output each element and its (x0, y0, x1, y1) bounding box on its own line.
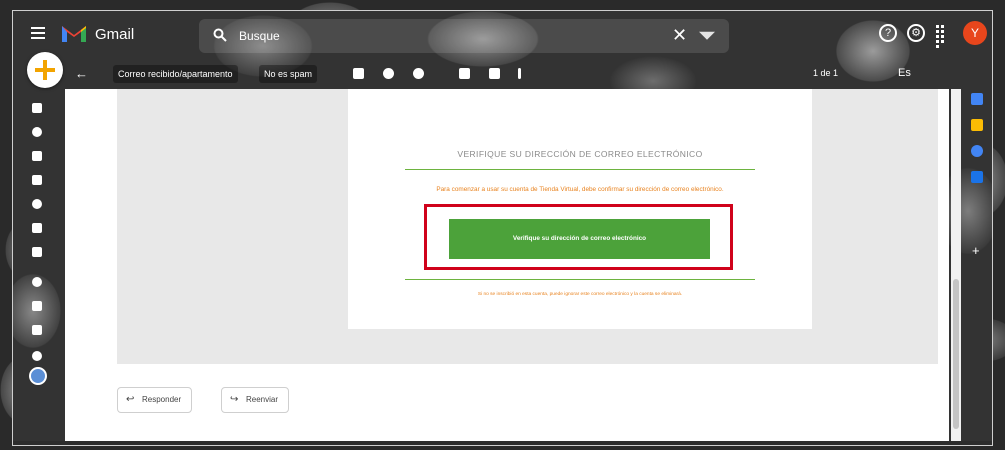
archive-icon[interactable] (353, 68, 364, 79)
back-arrow-icon[interactable]: ← (75, 66, 88, 81)
message-toolbar: ← Correo recibido/apartamento No es spam… (13, 52, 992, 89)
verify-email-button[interactable]: Verifique su dirección de correo electró… (449, 219, 710, 259)
report-icon[interactable] (383, 68, 394, 79)
divider-top (405, 169, 755, 170)
contact-avatar[interactable] (29, 367, 47, 385)
menu-icon[interactable] (31, 27, 45, 39)
compose-button[interactable] (27, 52, 63, 88)
add-addon-icon[interactable]: + (972, 243, 980, 258)
tasks-icon[interactable] (971, 145, 983, 157)
reply-icon: ↩ (126, 394, 135, 405)
email-body-background: VERIFIQUE SU DIRECCIÓN DE CORREO ELECTRÓ… (117, 89, 938, 364)
video-icon[interactable] (32, 301, 42, 311)
meet-icon[interactable] (32, 277, 42, 287)
trash-icon[interactable] (32, 223, 42, 233)
search-input[interactable] (239, 26, 639, 46)
pager-count: 1 de 1 (813, 68, 839, 78)
close-icon[interactable]: ✕ (672, 25, 687, 46)
label-chip-not-spam[interactable]: No es spam (259, 65, 318, 83)
more-options-icon[interactable] (518, 68, 521, 79)
verification-footer: Si no se inscribió en esta cuenta, puede… (477, 292, 683, 297)
search-icon[interactable] (213, 28, 227, 42)
snooze-icon[interactable] (413, 68, 424, 79)
scrollbar-thumb[interactable] (953, 279, 959, 429)
label-chip-inbox[interactable]: Correo recibido/apartamento (113, 65, 238, 83)
verification-card: VERIFIQUE SU DIRECCIÓN DE CORREO ELECTRÓ… (348, 89, 812, 329)
contacts-icon[interactable] (971, 171, 983, 183)
help-icon[interactable]: ? (879, 24, 897, 42)
reply-button[interactable]: ↩ Responder (117, 387, 193, 413)
keep-icon[interactable] (971, 119, 983, 131)
email-content: VERIFIQUE SU DIRECCIÓN DE CORREO ELECTRÓ… (65, 89, 949, 441)
gmail-logo-icon (62, 26, 86, 42)
search-bar[interactable]: ✕ (199, 19, 729, 53)
move-icon[interactable] (459, 68, 470, 79)
right-side-panel: + (961, 89, 992, 258)
inbox-icon[interactable] (32, 103, 42, 113)
keyboard-icon[interactable]: Es (898, 67, 911, 79)
reply-label: Responder (142, 395, 182, 404)
gmail-window: Gmail ✕ ? ⚙ Y ← Correo recibido/apartame… (12, 10, 993, 446)
verification-title: VERIFIQUE SU DIRECCIÓN DE CORREO ELECTRÓ… (457, 149, 703, 159)
calendar-icon[interactable] (971, 93, 983, 105)
keyboard-side-icon[interactable] (32, 325, 42, 335)
settings-icon[interactable]: ⚙ (907, 24, 925, 42)
forward-label: Reenviar (246, 395, 279, 404)
spam-icon[interactable] (32, 199, 42, 209)
verification-body: Para comenzar a usar su cuenta de Tienda… (436, 186, 724, 193)
apps-icon[interactable] (936, 25, 950, 48)
divider-bottom (405, 279, 755, 280)
forward-icon: ↪ (230, 394, 239, 405)
app-name: Gmail (95, 26, 135, 43)
chat-icon[interactable] (32, 351, 42, 361)
label-icon[interactable] (489, 68, 500, 79)
sent-icon[interactable] (32, 151, 42, 161)
mail-scrollbar[interactable] (951, 89, 961, 441)
snoozed-icon[interactable] (32, 127, 42, 137)
mail-icon[interactable] (32, 175, 42, 185)
search-options-icon[interactable] (699, 31, 715, 40)
top-bar: Gmail ✕ ? ⚙ Y (13, 11, 992, 59)
left-sidebar (13, 97, 58, 397)
label-icon-1[interactable] (32, 247, 42, 257)
avatar[interactable]: Y (963, 21, 987, 45)
bottom-strip (13, 441, 992, 445)
forward-button[interactable]: ↪ Reenviar (221, 387, 290, 413)
